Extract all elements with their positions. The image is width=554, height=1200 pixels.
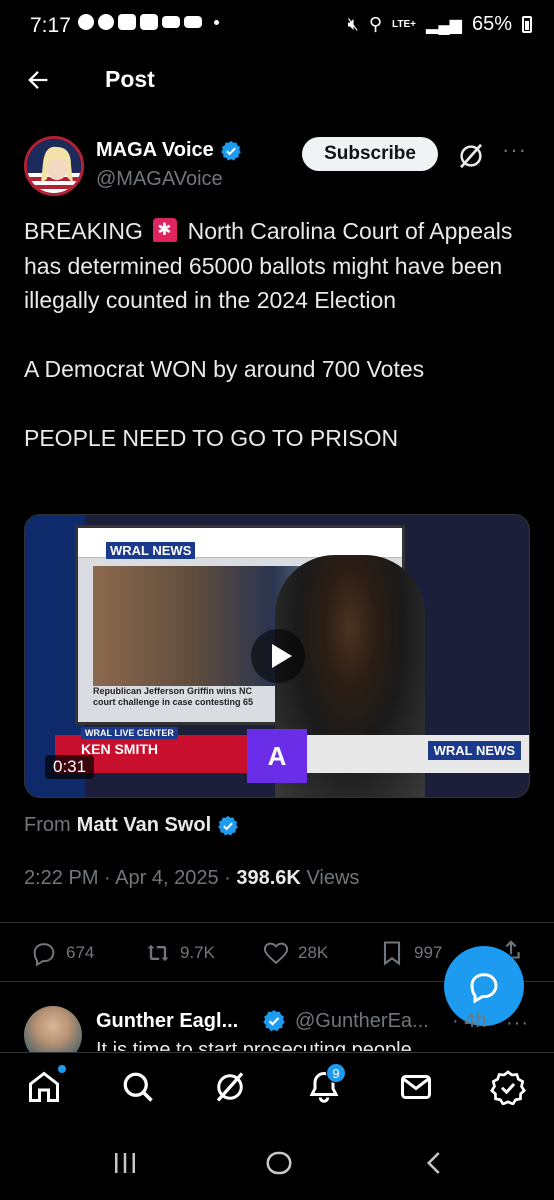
- threads-icon: [78, 14, 94, 30]
- video-player[interactable]: WRAL NEWS Republican Jefferson Griffin w…: [24, 514, 530, 798]
- network-label: LTE+: [392, 19, 417, 30]
- video-overlay-letter: A: [247, 729, 307, 783]
- battery-label: 65%: [471, 13, 512, 35]
- home-button-icon[interactable]: [264, 1148, 294, 1178]
- wral-logo-lower: WRAL NEWS: [427, 741, 521, 760]
- verified-badge-icon: [220, 140, 241, 160]
- chat-bubble-icon: [470, 973, 498, 1004]
- post-header: Post: [0, 56, 554, 104]
- video-duration: 0:31: [45, 755, 95, 779]
- post-date: Apr 4, 2025: [115, 867, 219, 889]
- back-arrow-icon[interactable]: [24, 66, 52, 94]
- bookmark-count: 997: [414, 943, 443, 962]
- post-time: 2:22 PM: [24, 867, 99, 889]
- youtube-icon: [118, 14, 136, 30]
- verified-badge-icon: [263, 1010, 285, 1032]
- verified-badge-icon: [218, 815, 239, 835]
- back-button-icon[interactable]: [420, 1148, 450, 1178]
- lower-third-label: WRAL LIVE CENTER: [81, 727, 178, 739]
- repost-icon: [147, 944, 169, 962]
- from-label: From: [24, 814, 71, 836]
- mute-icon: 🔇︎: [347, 14, 359, 34]
- status-right: 🔇︎ ⚲ LTE+ ▂▄▆ 65%: [347, 13, 532, 36]
- more-options-button[interactable]: ···: [502, 139, 528, 161]
- reply-count: 674: [66, 943, 95, 962]
- reply-icon: [33, 943, 55, 967]
- page-title: Post: [105, 66, 155, 92]
- system-navigation: [0, 1124, 554, 1200]
- notification-icons: [78, 14, 219, 30]
- tweet-text: BREAKING North Carolina Court of Appeals…: [24, 214, 529, 490]
- app-icon: [98, 14, 114, 30]
- subscribe-button[interactable]: Subscribe: [302, 137, 438, 171]
- bookmark-icon: [383, 941, 401, 966]
- repost-button[interactable]: 9.7K: [144, 939, 215, 967]
- grok-icon[interactable]: [212, 1069, 248, 1105]
- messages-envelope-icon[interactable]: [398, 1069, 434, 1105]
- status-time: 7:17: [30, 14, 71, 37]
- location-icon: ⚲: [368, 14, 383, 34]
- mail-icon: [162, 16, 180, 28]
- author-avatar[interactable]: [24, 136, 84, 196]
- reply-button[interactable]: 674: [30, 939, 94, 967]
- tweet-paragraph: A Democrat WON by around 700 Votes: [24, 356, 425, 382]
- heart-icon: [263, 942, 289, 965]
- author-name[interactable]: MAGA Voice: [96, 139, 214, 162]
- youtube-icon: [140, 14, 158, 30]
- play-button-icon[interactable]: [251, 629, 305, 683]
- reply-author-name[interactable]: Gunther Eagl...: [96, 1010, 238, 1033]
- post-timestamp: 2:22 PM · Apr 4, 2025 · 398.6K Views: [24, 867, 360, 889]
- monitor-caption: Republican Jefferson Griffin wins NC cou…: [93, 686, 254, 707]
- source-name[interactable]: Matt Van Swol: [77, 814, 211, 837]
- views-label: Views: [306, 867, 360, 889]
- author-handle[interactable]: @MAGAVoice: [96, 168, 223, 191]
- reply-text: It is time to start prosecuting people: [96, 1039, 412, 1051]
- bookmark-button[interactable]: 997: [378, 939, 442, 967]
- avatar-image: [27, 139, 81, 193]
- home-icon[interactable]: [26, 1069, 62, 1105]
- recent-apps-icon[interactable]: [110, 1148, 140, 1178]
- tweet-paragraph: PEOPLE NEED TO GO TO PRISON: [24, 425, 399, 451]
- like-count: 28K: [298, 943, 329, 962]
- wral-logo: WRAL NEWS: [106, 542, 196, 559]
- reply-author-handle[interactable]: @GuntherEa...: [295, 1010, 429, 1033]
- search-icon[interactable]: [120, 1069, 156, 1105]
- repost-count: 9.7K: [180, 943, 215, 962]
- views-count[interactable]: 398.6K: [236, 867, 301, 889]
- more-notifications-dot: [214, 19, 219, 25]
- grok-icon[interactable]: [456, 141, 486, 171]
- notification-badge: 9: [326, 1063, 346, 1083]
- status-bar: 7:17 🔇︎ ⚲ LTE+ ▂▄▆ 65%: [0, 0, 554, 44]
- reply-more-button[interactable]: ···: [506, 1012, 529, 1035]
- verified-orgs-icon[interactable]: [490, 1069, 526, 1105]
- siren-emoji-icon: [153, 218, 178, 242]
- source-attribution: From Matt Van Swol: [24, 814, 239, 837]
- tweet-breaking: BREAKING: [24, 218, 143, 244]
- battery-icon: [522, 16, 532, 33]
- bottom-navigation: 9: [0, 1052, 554, 1124]
- mail-icon: [184, 16, 202, 28]
- lower-third-name: KEN SMITH: [81, 741, 158, 757]
- like-button[interactable]: 28K: [262, 939, 328, 967]
- reply-time: · 4h: [452, 1010, 487, 1032]
- signal-icon: ▂▄▆: [426, 16, 462, 34]
- author-name-row[interactable]: MAGA Voice: [96, 139, 242, 162]
- home-unread-dot: [58, 1065, 66, 1073]
- tweet-paragraph: BREAKING North Carolina Court of Appeals…: [24, 214, 529, 318]
